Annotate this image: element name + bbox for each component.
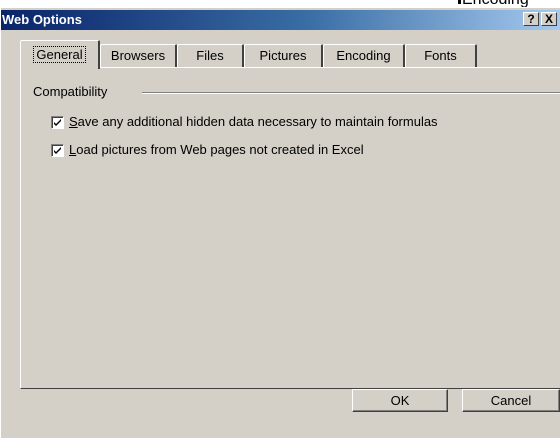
save-hidden-data-checkbox[interactable] bbox=[51, 116, 64, 129]
load-label-text: oad pictures from Web pages not created … bbox=[76, 142, 364, 157]
tab-files-label: Files bbox=[196, 48, 224, 63]
cancel-label: Cancel bbox=[490, 393, 532, 408]
tab-fonts[interactable]: Fonts bbox=[405, 44, 477, 68]
close-button[interactable]: X bbox=[541, 12, 557, 26]
tab-pictures[interactable]: Pictures bbox=[244, 44, 323, 68]
load-pictures-checkbox[interactable] bbox=[51, 144, 64, 157]
tab-browsers-label: Browsers bbox=[110, 48, 166, 63]
ok-button[interactable]: OK bbox=[352, 389, 448, 412]
tab-encoding-label: Encoding bbox=[336, 48, 391, 63]
tab-general-label: General bbox=[33, 46, 86, 63]
tab-encoding[interactable]: Encoding bbox=[323, 44, 405, 68]
save-mnemonic: S bbox=[69, 114, 78, 129]
general-tab-panel: Compatibility Save any additional hidden… bbox=[20, 67, 560, 389]
title-bar[interactable]: Web Options ? X bbox=[1, 10, 560, 30]
tab-fonts-label: Fonts bbox=[424, 48, 457, 63]
ok-label: OK bbox=[390, 393, 410, 408]
save-hidden-data-label: Save any additional hidden data necessar… bbox=[69, 114, 438, 130]
dialog-title: Web Options bbox=[2, 12, 82, 27]
help-icon: ? bbox=[527, 12, 535, 26]
load-pictures-label: Load pictures from Web pages not created… bbox=[69, 142, 364, 158]
tab-pictures-label: Pictures bbox=[259, 48, 307, 63]
save-label-text: ave any additional hidden data necessary… bbox=[77, 114, 438, 129]
compatibility-group-label: Compatibility bbox=[33, 85, 112, 99]
close-icon: X bbox=[544, 12, 553, 26]
help-button[interactable]: ? bbox=[523, 12, 539, 26]
tab-files[interactable]: Files bbox=[177, 44, 244, 68]
checkmark-icon bbox=[54, 147, 61, 154]
checkmark-icon bbox=[54, 119, 61, 126]
tab-general[interactable]: General bbox=[20, 40, 100, 69]
cancel-button[interactable]: Cancel bbox=[462, 389, 560, 412]
background-encoding-fragment: Encoding bbox=[458, 0, 529, 8]
tab-browsers[interactable]: Browsers bbox=[100, 44, 177, 68]
group-divider bbox=[142, 92, 560, 94]
